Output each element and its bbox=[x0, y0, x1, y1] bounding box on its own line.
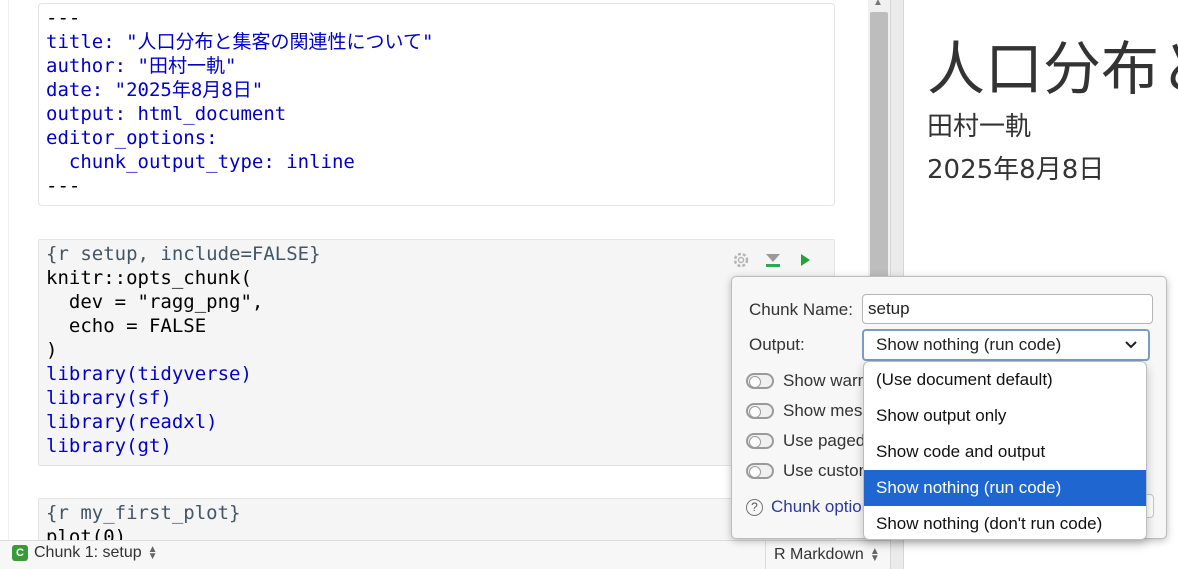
updown-icon: ▲ ▼ bbox=[869, 546, 880, 564]
code-line: library(readxl) bbox=[46, 411, 218, 433]
code-line: knitr::opts_chunk( bbox=[46, 267, 252, 289]
dropdown-option[interactable]: Show output only bbox=[864, 398, 1146, 434]
yaml-editor-options-line: editor_options: bbox=[46, 127, 218, 149]
code-line: library(tidyverse) bbox=[46, 363, 252, 385]
preview-date: 2025年8月8日 bbox=[927, 155, 1105, 185]
code-chunk-setup[interactable]: {r setup, include=FALSE} knitr::opts_chu… bbox=[38, 239, 835, 466]
chunk-header: {r my_first_plot} bbox=[46, 502, 241, 524]
output-select-value: Show nothing (run code) bbox=[876, 335, 1062, 354]
code-line: library(sf) bbox=[46, 387, 172, 409]
chunk-options-help-link[interactable]: ? Chunk options bbox=[746, 497, 880, 517]
chunk-name-input[interactable] bbox=[862, 294, 1153, 324]
preview-title: 人口分布と集客の関連性について bbox=[927, 35, 1178, 103]
dropdown-option-selected[interactable]: Show nothing (run code) bbox=[864, 470, 1146, 506]
output-dropdown-list: (Use document default) Show output only … bbox=[863, 361, 1147, 540]
chunk-name-label: Chunk Name: bbox=[749, 300, 853, 319]
dropdown-option[interactable]: Show nothing (don't run code) bbox=[864, 506, 1146, 539]
chunk-plot-code[interactable]: {r my_first_plot} plot(0) bbox=[46, 501, 240, 540]
file-type-selector[interactable]: R Markdown ▲ ▼ bbox=[765, 541, 890, 569]
chunk-badge-icon: C bbox=[12, 545, 28, 561]
editor-statusbar: C Chunk 1: setup ▲ ▼ R Markdown ▲ ▼ bbox=[0, 540, 890, 569]
toggle-switch[interactable] bbox=[746, 373, 774, 389]
code-line: plot(0) bbox=[46, 526, 127, 540]
yaml-title-line: title: "人口分布と集客の関連性について" bbox=[46, 31, 434, 53]
code-line: dev = "ragg_png", bbox=[46, 291, 264, 313]
toggle-switch[interactable] bbox=[746, 463, 774, 479]
toggle-switch[interactable] bbox=[746, 403, 774, 419]
updown-icon: ▲ ▼ bbox=[147, 544, 158, 562]
yaml-output-line: output: html_document bbox=[46, 103, 287, 125]
chunk-nav-label: Chunk 1: setup bbox=[34, 544, 142, 561]
dropdown-option[interactable]: Show code and output bbox=[864, 434, 1146, 470]
yaml-header-block[interactable]: --- title: "人口分布と集客の関連性について" author: "田村… bbox=[38, 3, 835, 206]
chunk-header: {r setup, include=FALSE} bbox=[46, 243, 321, 265]
yaml-code[interactable]: --- title: "人口分布と集客の関連性について" author: "田村… bbox=[46, 6, 433, 198]
yaml-author-line: author: "田村一軌" bbox=[46, 55, 237, 77]
file-type-label: R Markdown bbox=[774, 546, 864, 563]
gear-icon[interactable] bbox=[730, 249, 752, 271]
editor-gutter bbox=[0, 0, 9, 540]
output-select[interactable]: Show nothing (run code) bbox=[862, 329, 1150, 361]
code-chunk-my-first-plot[interactable]: {r my_first_plot} plot(0) bbox=[38, 498, 835, 540]
dropdown-option[interactable]: (Use document default) bbox=[864, 362, 1146, 398]
code-line: ) bbox=[46, 339, 58, 361]
output-label: Output: bbox=[749, 335, 805, 354]
chunk-toolbar bbox=[730, 249, 816, 271]
chunk-navigator[interactable]: C Chunk 1: setup ▲ ▼ bbox=[12, 544, 158, 562]
scroll-up-icon[interactable]: ▲ bbox=[873, 0, 885, 8]
yaml-chunk-output-line: chunk_output_type: inline bbox=[46, 151, 355, 173]
chunk-setup-code[interactable]: {r setup, include=FALSE} knitr::opts_chu… bbox=[46, 242, 321, 458]
preview-author: 田村一軌 bbox=[927, 112, 1032, 142]
yaml-line: --- bbox=[46, 7, 81, 29]
run-chunk-icon[interactable] bbox=[794, 249, 816, 271]
yaml-date-line: date: "2025年8月8日" bbox=[46, 79, 264, 101]
yaml-line: --- bbox=[46, 175, 81, 197]
help-icon: ? bbox=[746, 498, 763, 516]
run-previous-icon[interactable] bbox=[762, 249, 784, 271]
code-line: echo = FALSE bbox=[46, 315, 207, 337]
toggle-switch[interactable] bbox=[746, 433, 774, 449]
code-line: library(gt) bbox=[46, 435, 172, 457]
chevron-down-icon bbox=[1124, 336, 1138, 356]
